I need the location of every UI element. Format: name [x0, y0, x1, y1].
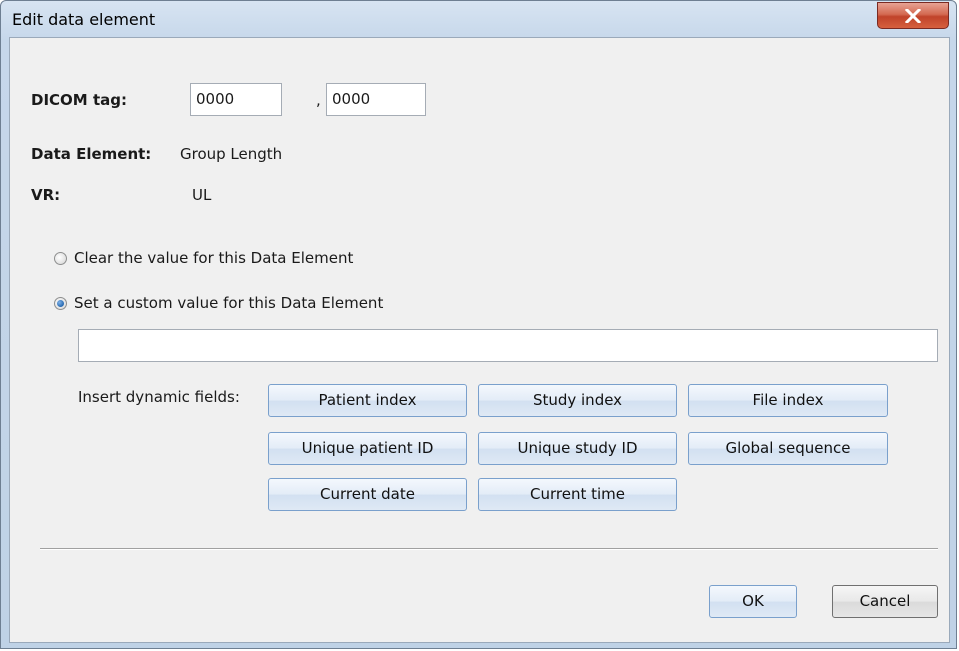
current-time-button[interactable]: Current time [478, 478, 677, 511]
clear-value-radio[interactable] [54, 251, 67, 265]
file-index-button[interactable]: File index [688, 384, 888, 417]
ok-button[interactable]: OK [709, 585, 797, 618]
global-sequence-button[interactable]: Global sequence [688, 432, 888, 465]
custom-value-label: Set a custom value for this Data Element [74, 294, 384, 312]
data-element-value: Group Length [180, 145, 283, 163]
close-button[interactable] [877, 2, 949, 29]
unique-study-id-button[interactable]: Unique study ID [478, 432, 677, 465]
tag-group-input[interactable]: 0000 [190, 83, 282, 116]
custom-value-option[interactable]: Set a custom value for this Data Element [54, 294, 383, 312]
vr-label: VR: [31, 186, 61, 204]
close-x-icon [905, 9, 921, 23]
tag-separator: , [316, 91, 321, 109]
dialog-title: Edit data element [12, 10, 156, 29]
tag-element-input[interactable]: 0000 [326, 83, 426, 116]
custom-value-input[interactable] [78, 329, 938, 362]
vr-value: UL [192, 186, 212, 204]
cancel-button[interactable]: Cancel [832, 585, 938, 618]
unique-patient-id-button[interactable]: Unique patient ID [268, 432, 467, 465]
patient-index-button[interactable]: Patient index [268, 384, 467, 417]
clear-value-label: Clear the value for this Data Element [74, 249, 354, 267]
edit-data-element-dialog: Edit data element DICOM tag: 0000 , 0000… [0, 0, 957, 649]
dicom-tag-label: DICOM tag: [31, 91, 127, 109]
current-date-button[interactable]: Current date [268, 478, 467, 511]
title-bar[interactable]: Edit data element [1, 1, 956, 37]
dialog-body: DICOM tag: 0000 , 0000 Data Element: Gro… [9, 37, 950, 643]
footer-separator [40, 548, 938, 550]
data-element-label: Data Element: [31, 145, 152, 163]
custom-value-radio[interactable] [54, 296, 67, 310]
clear-value-option[interactable]: Clear the value for this Data Element [54, 249, 353, 267]
dynamic-fields-label: Insert dynamic fields: [78, 388, 240, 406]
study-index-button[interactable]: Study index [478, 384, 677, 417]
